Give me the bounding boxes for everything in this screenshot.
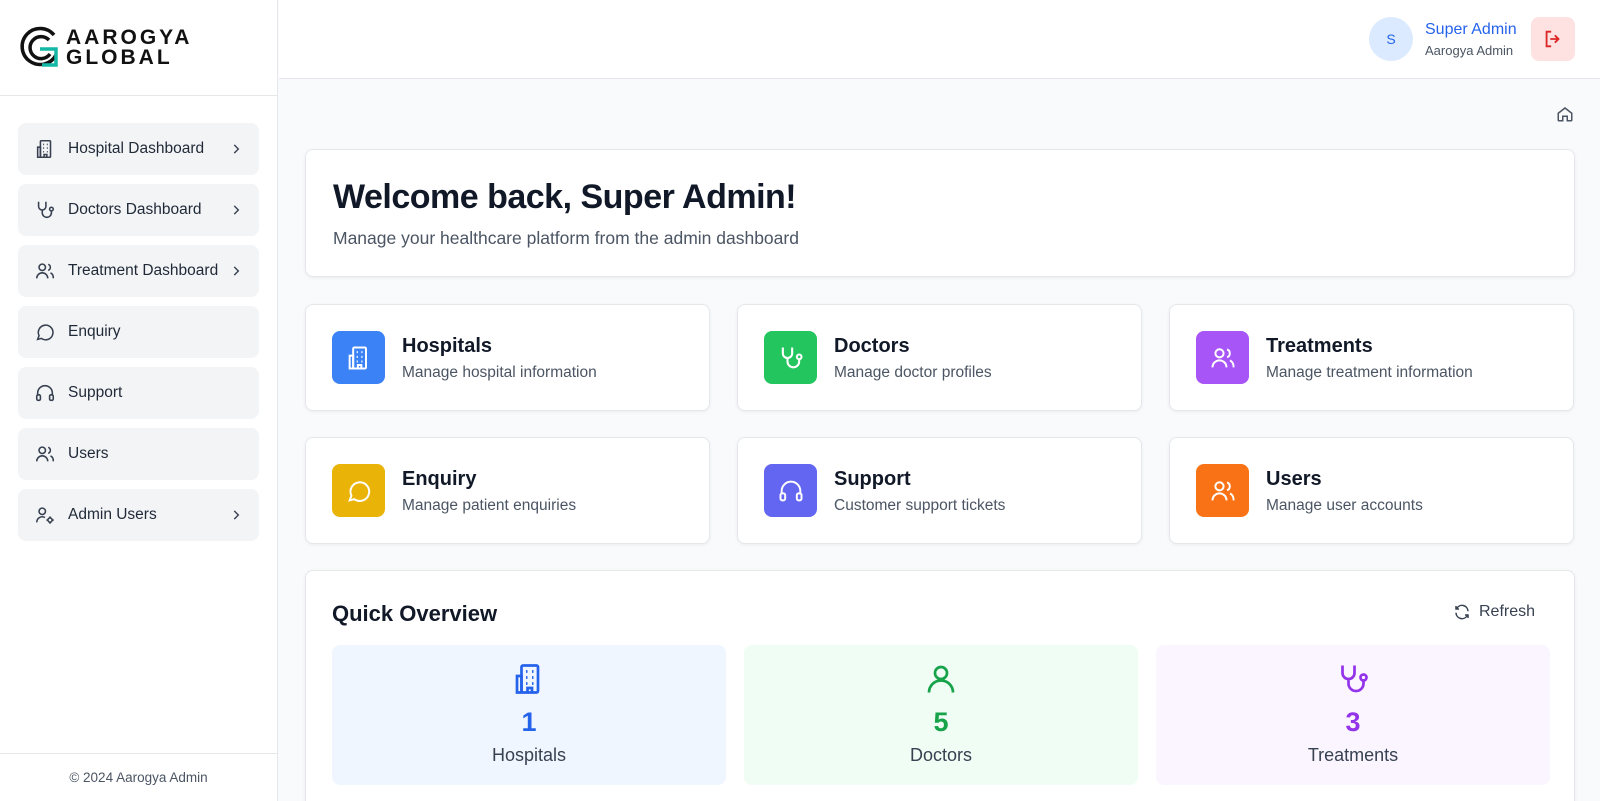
module-icon-tile <box>1196 464 1249 517</box>
module-icon-tile <box>764 331 817 384</box>
user-icon <box>927 665 955 693</box>
module-icon-tile <box>332 464 385 517</box>
aarogya-logo-icon <box>20 26 58 67</box>
module-card-doctors[interactable]: Doctors Manage doctor profiles <box>737 304 1142 411</box>
hospital-icon <box>348 346 367 369</box>
sidebar-item-support[interactable]: Support <box>18 367 259 419</box>
module-card-users[interactable]: Users Manage user accounts <box>1169 437 1574 544</box>
brand-line-2: GLOBAL <box>66 45 173 69</box>
module-icon-tile <box>332 331 385 384</box>
users-icon <box>34 443 56 465</box>
stat-label: Treatments <box>1307 745 1399 765</box>
module-title: Users <box>1266 468 1322 490</box>
sidebar-item-users[interactable]: Users <box>18 428 259 480</box>
sidebar-item-label: Hospital Dashboard <box>68 140 205 157</box>
welcome-subtitle: Manage your healthcare platform from the… <box>333 228 799 248</box>
module-description: Manage user accounts <box>1266 497 1423 514</box>
stat-label: Hospitals <box>491 745 567 765</box>
stethoscope-icon <box>34 199 56 221</box>
hospital-icon <box>34 138 56 160</box>
stat-card-hospitals: 1 Hospitals <box>332 645 726 785</box>
sidebar-item-treatment-dashboard[interactable]: Treatment Dashboard <box>18 245 259 297</box>
welcome-title: Welcome back, Super Admin! <box>333 178 797 216</box>
sidebar-item-label: Support <box>68 384 123 401</box>
sidebar-item-label: Doctors Dashboard <box>68 201 202 218</box>
stethoscope-icon <box>1341 665 1368 693</box>
chevron-right-icon <box>233 205 240 215</box>
section-title: Quick Overview <box>332 601 498 626</box>
module-title: Enquiry <box>402 468 477 490</box>
logout-icon <box>1545 30 1560 48</box>
sidebar-item-enquiry[interactable]: Enquiry <box>18 306 259 358</box>
module-description: Manage patient enquiries <box>402 497 577 514</box>
stat-label: Doctors <box>909 745 972 765</box>
module-description: Customer support tickets <box>834 497 1006 514</box>
module-title: Doctors <box>834 335 910 357</box>
module-description: Manage doctor profiles <box>834 364 992 381</box>
stat-value: 5 <box>933 707 949 737</box>
sidebar-item-label: Users <box>68 445 109 462</box>
sidebar-item-label: Enquiry <box>68 323 121 340</box>
avatar[interactable]: S <box>1369 17 1413 61</box>
user-cog-icon <box>34 504 56 526</box>
chevron-right-icon <box>233 510 240 520</box>
message-circle-icon <box>34 321 56 343</box>
chevron-right-icon <box>233 144 240 154</box>
stethoscope-icon <box>781 347 803 368</box>
sidebar-item-doctors-dashboard[interactable]: Doctors Dashboard <box>18 184 259 236</box>
module-icon-tile <box>1196 331 1249 384</box>
refresh-button[interactable]: Refresh <box>1453 603 1535 621</box>
home-icon[interactable] <box>1556 105 1574 123</box>
logout-button[interactable] <box>1531 17 1575 61</box>
welcome-card: Welcome back, Super Admin! Manage your h… <box>305 149 1575 277</box>
sidebar-item-label: Treatment Dashboard <box>68 262 219 279</box>
sidebar-item-label: Admin Users <box>68 506 157 523</box>
stat-card-treatments: 3 Treatments <box>1156 645 1550 785</box>
sidebar: AAROGYA GLOBAL Hospital Dashboard Doctor… <box>0 0 278 801</box>
module-card-treatments[interactable]: Treatments Manage treatment information <box>1169 304 1574 411</box>
refresh-label: Refresh <box>1479 603 1536 620</box>
module-icon-tile <box>764 464 817 517</box>
module-title: Support <box>834 468 911 490</box>
hospital-icon <box>515 664 540 694</box>
refresh-icon <box>1455 604 1469 620</box>
stat-card-doctors: 5 Doctors <box>744 645 1138 785</box>
brand-line-1: AAROGYA <box>66 25 193 49</box>
brand-logo[interactable]: AAROGYA GLOBAL <box>0 0 277 96</box>
sidebar-nav: Hospital Dashboard Doctors Dashboard Tre… <box>0 96 277 541</box>
brand-name: AAROGYA GLOBAL <box>66 25 193 69</box>
sidebar-item-admin-users[interactable]: Admin Users <box>18 489 259 541</box>
chevron-right-icon <box>233 266 240 276</box>
sidebar-footer: © 2024 Aarogya Admin <box>0 753 277 801</box>
headphones-icon <box>34 382 56 404</box>
sidebar-item-hospital-dashboard[interactable]: Hospital Dashboard <box>18 123 259 175</box>
user-role: Aarogya Admin <box>1425 43 1514 58</box>
module-title: Treatments <box>1266 335 1373 357</box>
module-description: Manage treatment information <box>1266 364 1473 381</box>
users-icon <box>34 260 56 282</box>
module-card-enquiry[interactable]: Enquiry Manage patient enquiries <box>305 437 710 544</box>
users-icon <box>1211 347 1234 367</box>
stat-value: 1 <box>521 707 537 737</box>
module-card-hospitals[interactable]: Hospitals Manage hospital information <box>305 304 710 411</box>
module-card-support[interactable]: Support Customer support tickets <box>737 437 1142 544</box>
message-circle-icon <box>347 480 370 502</box>
users-icon <box>1211 480 1234 500</box>
headphones-icon <box>779 480 802 501</box>
quick-overview-card: Quick Overview Refresh 1 Hospitals 5 Doc… <box>305 570 1575 801</box>
module-title: Hospitals <box>402 335 493 357</box>
module-description: Manage hospital information <box>402 364 597 381</box>
stat-value: 3 <box>1345 707 1361 737</box>
user-name: Super Admin <box>1425 21 1517 38</box>
